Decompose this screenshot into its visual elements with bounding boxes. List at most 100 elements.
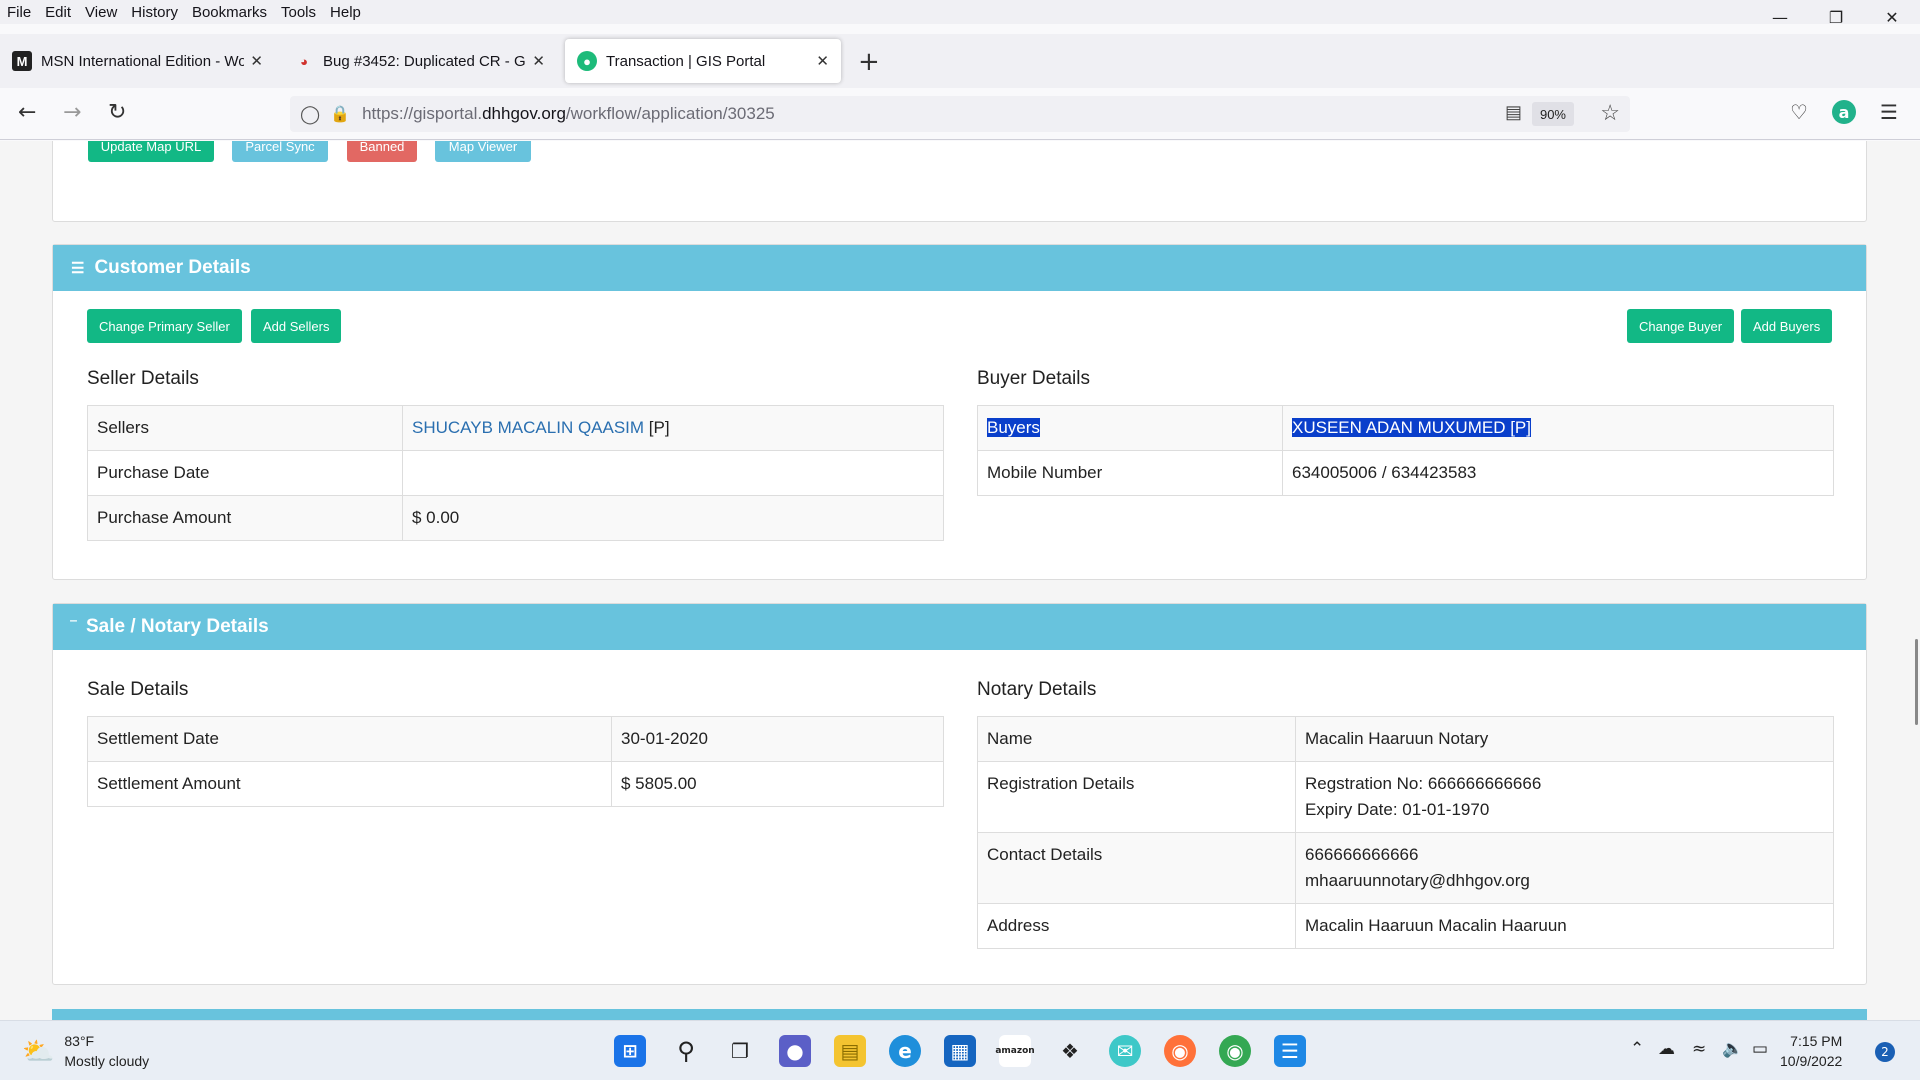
navigation-bar: ← → ↻ ◯ 🔒 https://gisportal. dhhgov.org/w…	[0, 88, 1920, 140]
next-panel-header[interactable]	[52, 1009, 1867, 1020]
tab-label: MSN International Edition - Wor	[41, 52, 245, 70]
battery-icon[interactable]: ▭	[1752, 1039, 1768, 1059]
add-buyers-button[interactable]: Add Buyers	[1741, 309, 1833, 343]
application-actions-panel: Update Map URL Parcel Sync Banned Map Vi…	[52, 141, 1867, 222]
settlement-date-value: 30-01-2020	[611, 716, 944, 762]
edge-icon[interactable]: e	[889, 1035, 921, 1067]
wifi-icon[interactable]: ≈	[1692, 1039, 1706, 1059]
expiry-date: Expiry Date: 01-01-1970	[1305, 800, 1490, 819]
tab-label: Bug #3452: Duplicated CR - GIS	[323, 52, 527, 70]
tab-label: Transaction | GIS Portal	[606, 52, 766, 70]
clock[interactable]: 7:15 PM 10/9/2022	[1780, 1031, 1842, 1071]
url-prefix: https://gisportal.	[362, 104, 483, 123]
banned-button[interactable]: Banned	[347, 141, 417, 162]
buyers-label: Buyers	[987, 418, 1040, 437]
tab-bug[interactable]: ◕ Bug #3452: Duplicated CR - GIS ✕	[282, 39, 557, 83]
mail-icon[interactable]: ✉	[1109, 1035, 1141, 1067]
purchase-date-label: Purchase Date	[87, 450, 403, 496]
firefox-icon[interactable]: ◉	[1164, 1035, 1196, 1067]
close-tab-icon[interactable]: ✕	[250, 52, 263, 70]
parcel-sync-button[interactable]: Parcel Sync	[232, 141, 328, 162]
sale-notary-header[interactable]: ‾ Sale / Notary Details	[53, 604, 1866, 650]
search-icon[interactable]: ⚲	[670, 1035, 702, 1067]
chat-icon[interactable]: ●	[779, 1035, 811, 1067]
onedrive-icon[interactable]: ☁	[1658, 1039, 1675, 1059]
change-primary-seller-button[interactable]: Change Primary Seller	[87, 309, 242, 343]
contact-phone: 666666666666	[1305, 845, 1419, 864]
task-view-icon[interactable]: ❐	[724, 1035, 756, 1067]
sellers-label: Sellers	[87, 405, 403, 451]
buyer-details-title: Buyer Details	[977, 368, 1090, 389]
close-window-icon[interactable]: ✕	[1864, 0, 1920, 34]
store-icon[interactable]: ▦	[944, 1035, 976, 1067]
seller-details-table: Sellers SHUCAYB MACALIN QAASIM [P] Purch…	[87, 405, 944, 541]
date: 10/9/2022	[1780, 1053, 1843, 1069]
page-viewport: Update Map URL Parcel Sync Banned Map Vi…	[0, 141, 1920, 1020]
menu-view[interactable]: View	[85, 4, 117, 21]
table-row: Purchase Amount $ 0.00	[87, 495, 944, 541]
new-tab-icon[interactable]: +	[858, 47, 880, 77]
menu-bar: File Edit View History Bookmarks Tools H…	[0, 0, 1920, 24]
menu-help[interactable]: Help	[330, 4, 361, 21]
notepad-icon[interactable]: ☰	[1274, 1035, 1306, 1067]
table-row: Registration Details Regstration No: 666…	[977, 761, 1834, 833]
change-buyer-button[interactable]: Change Buyer	[1627, 309, 1735, 343]
menu-bookmarks[interactable]: Bookmarks	[192, 4, 267, 21]
volume-icon[interactable]: 🔈	[1722, 1039, 1743, 1059]
bug-tracker-icon: ◕	[300, 53, 308, 69]
table-row: Mobile Number 634005006 / 634423583	[977, 450, 1834, 496]
scrollbar-thumb[interactable]	[1915, 639, 1918, 725]
address-bar[interactable]: ◯ 🔒 https://gisportal. dhhgov.org/workflo…	[290, 96, 1630, 132]
forward-icon[interactable]: →	[63, 100, 81, 125]
dropbox-icon[interactable]: ❖	[1054, 1035, 1086, 1067]
purchase-date-value	[402, 450, 944, 496]
customer-details-header[interactable]: ☰ Customer Details	[53, 245, 1866, 291]
bookmark-star-icon[interactable]: ☆	[1600, 100, 1620, 126]
file-explorer-icon[interactable]: ▤	[834, 1035, 866, 1067]
buyer-details-table: Buyers XUSEEN ADAN MUXUMED [P] Mobile Nu…	[977, 405, 1834, 496]
zoom-level[interactable]: 90%	[1531, 102, 1574, 126]
chevron-up-icon[interactable]: ⌃	[1630, 1039, 1644, 1059]
primary-marker: [P]	[644, 418, 670, 437]
notification-badge[interactable]: 2	[1875, 1042, 1895, 1062]
restore-icon[interactable]: ❐	[1808, 0, 1864, 34]
weather-widget[interactable]: ⛅ 83°F Mostly cloudy	[22, 1031, 149, 1071]
registration-label: Registration Details	[977, 761, 1296, 833]
map-viewer-button[interactable]: Map Viewer	[435, 141, 531, 162]
hamburger-menu-icon[interactable]: ☰	[1880, 100, 1898, 124]
reader-view-icon[interactable]: ▤	[1505, 102, 1522, 123]
collapse-icon[interactable]: ‾	[71, 619, 76, 636]
tab-gis-portal[interactable]: ● Transaction | GIS Portal ✕	[565, 39, 841, 83]
msn-icon: M	[12, 51, 32, 71]
menu-edit[interactable]: Edit	[45, 4, 71, 21]
url-host: dhhgov.org	[482, 104, 566, 123]
temperature: 83°F	[64, 1033, 95, 1049]
menu-file[interactable]: File	[7, 4, 31, 21]
url-path: /workflow/application/30325	[565, 104, 775, 123]
sale-details-title: Sale Details	[87, 679, 189, 700]
minimize-icon[interactable]: —	[1752, 0, 1808, 34]
buyers-label-cell: Buyers	[977, 405, 1283, 451]
pocket-icon[interactable]: ♡	[1790, 100, 1808, 124]
amazon-icon[interactable]: amazon	[995, 1035, 1035, 1067]
menu-tools[interactable]: Tools	[281, 4, 316, 21]
reload-icon[interactable]: ↻	[108, 100, 126, 125]
taskbar: ⛅ 83°F Mostly cloudy ⊞ ⚲ ❐ ● ▤ e ▦ amazo…	[0, 1020, 1920, 1080]
start-icon[interactable]: ⊞	[614, 1035, 646, 1067]
tracking-shield-icon[interactable]: ◯	[300, 104, 320, 125]
menu-history[interactable]: History	[131, 4, 178, 21]
table-row: Settlement Amount $ 5805.00	[87, 761, 944, 807]
sale-details-table: Settlement Date 30-01-2020 Settlement Am…	[87, 716, 944, 807]
close-tab-icon[interactable]: ✕	[816, 52, 829, 70]
update-map-url-button[interactable]: Update Map URL	[88, 141, 214, 162]
lock-icon[interactable]: 🔒	[330, 104, 350, 124]
tab-msn[interactable]: M MSN International Edition - Wor ✕	[0, 39, 275, 83]
table-row: Sellers SHUCAYB MACALIN QAASIM [P]	[87, 405, 944, 451]
account-avatar-icon[interactable]: a	[1832, 100, 1856, 124]
add-sellers-button[interactable]: Add Sellers	[251, 309, 342, 343]
chrome-icon[interactable]: ◉	[1219, 1035, 1251, 1067]
partly-cloudy-icon: ⛅	[22, 1035, 55, 1066]
back-icon[interactable]: ←	[18, 100, 36, 125]
close-tab-icon[interactable]: ✕	[532, 52, 545, 70]
seller-link[interactable]: SHUCAYB MACALIN QAASIM	[412, 418, 644, 437]
